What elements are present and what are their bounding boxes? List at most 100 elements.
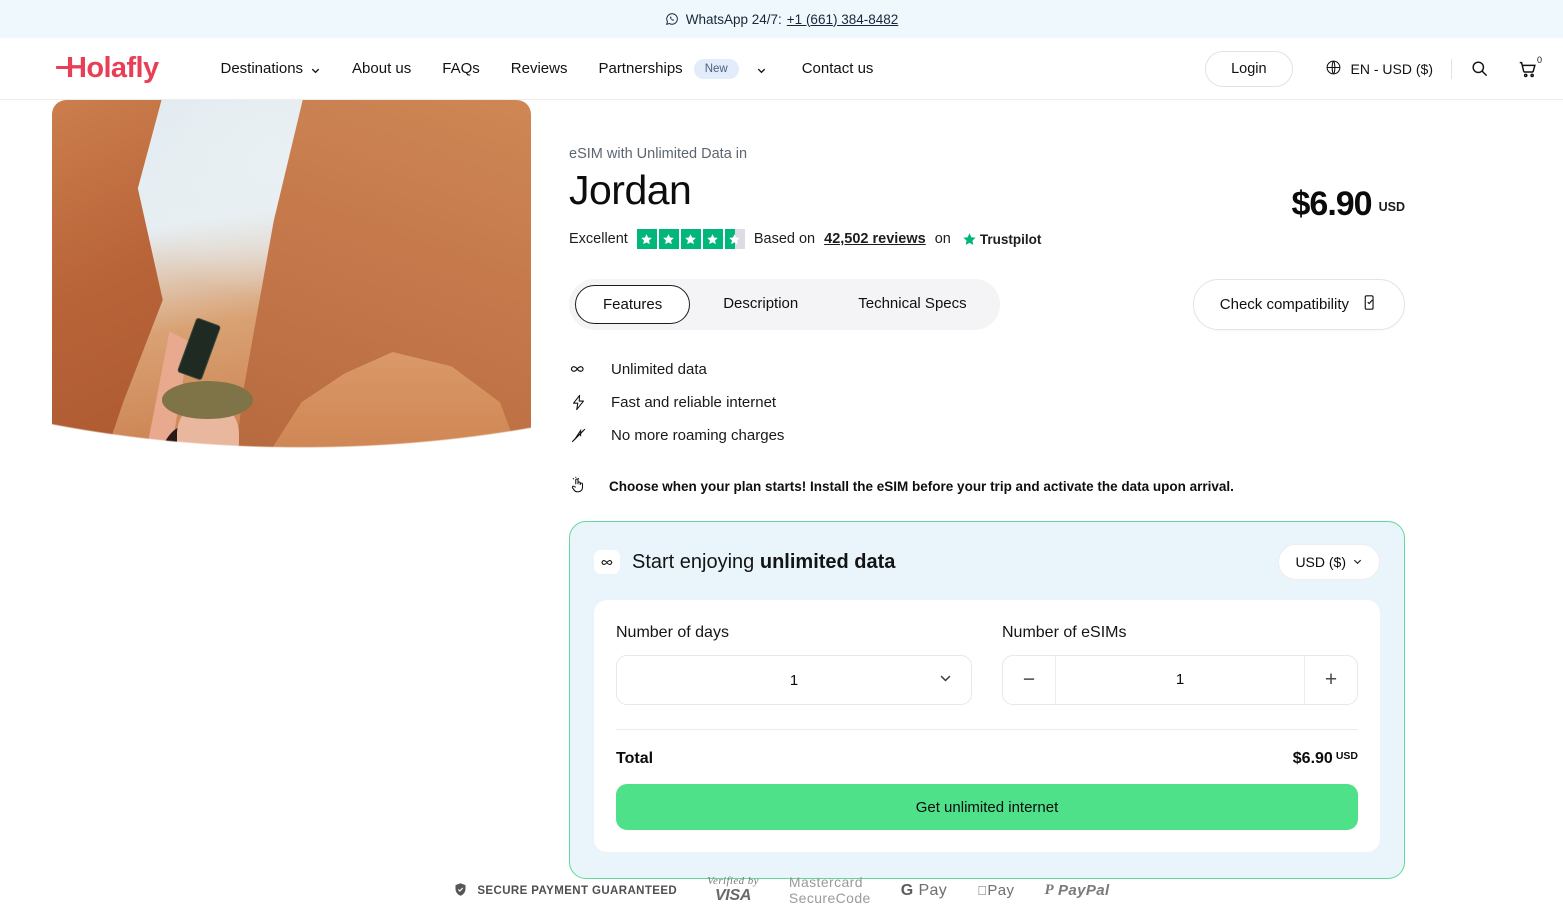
- feature-label: No more roaming charges: [611, 427, 785, 445]
- visa-line2: VISA: [714, 886, 752, 904]
- reviews-link[interactable]: 42,502 reviews: [824, 231, 926, 247]
- total-row: Total $6.90 USD: [616, 729, 1358, 768]
- whatsapp-phone-link[interactable]: +1 (661) 384-8482: [787, 12, 898, 27]
- trustpilot-logo: Trustpilot: [962, 231, 1042, 247]
- search-icon[interactable]: [1470, 59, 1489, 78]
- nav-item-contact-us[interactable]: Contact us: [802, 60, 874, 77]
- esims-field: Number of eSIMs − 1 +: [1002, 624, 1358, 706]
- get-unlimited-internet-button[interactable]: Get unlimited internet: [616, 784, 1358, 831]
- panel-title-bold: unlimited data: [759, 550, 896, 573]
- star-icon: [636, 229, 657, 250]
- secure-payment-badge: SECURE PAYMENT GUARANTEED: [453, 882, 677, 900]
- trustpilot-label: Trustpilot: [979, 231, 1042, 247]
- rating-word: Excellent: [569, 231, 628, 248]
- esims-label: Number of eSIMs: [1002, 624, 1127, 642]
- star-icon: [680, 229, 701, 250]
- nav-item-destinations[interactable]: Destinations: [221, 60, 322, 77]
- language-currency-selector[interactable]: EN - USD ($): [1325, 59, 1433, 79]
- decrement-button[interactable]: −: [1003, 656, 1055, 704]
- hero-image-petra: [52, 100, 531, 680]
- tab-description[interactable]: Description: [696, 285, 825, 324]
- language-label: EN - USD ($): [1350, 60, 1433, 77]
- check-compatibility-button[interactable]: Check compatibility: [1192, 279, 1405, 331]
- plan-start-note: Choose when your plan starts! Install th…: [569, 476, 1405, 497]
- features-list: Unlimited data Fast and reliable interne…: [569, 360, 1405, 444]
- esims-value: 1: [1055, 656, 1305, 705]
- nav-label: Destinations: [220, 60, 304, 77]
- feature-label: Unlimited data: [611, 360, 707, 378]
- chevron-down-icon: [1352, 554, 1363, 570]
- page-title: Jordan: [569, 167, 692, 213]
- cart-count: 0: [1536, 54, 1542, 65]
- nav-label: Contact us: [801, 60, 874, 77]
- nav-item-reviews[interactable]: Reviews: [511, 60, 568, 77]
- nav-item-partnerships[interactable]: Partnerships New: [598, 58, 766, 79]
- trustpilot-stars: [636, 229, 745, 250]
- number-of-esims-stepper: − 1 +: [1002, 655, 1358, 706]
- whatsapp-topbar: WhatsApp 24/7: +1 (661) 384-8482: [0, 0, 1563, 38]
- product-eyebrow: eSIM with Unlimited Data in: [569, 146, 748, 162]
- gpay-g: G: [900, 881, 914, 899]
- product-tabs: Features Description Technical Specs: [569, 279, 1000, 331]
- days-label: Number of days: [616, 624, 729, 642]
- site-header: Holafly Destinations About us FAQs Revie…: [0, 38, 1563, 100]
- cart-icon[interactable]: 0: [1517, 54, 1542, 80]
- shield-check-icon: [453, 882, 468, 900]
- number-of-days-select[interactable]: 1: [616, 655, 972, 706]
- login-button[interactable]: Login: [1205, 50, 1293, 87]
- days-field: Number of days 1: [616, 624, 972, 706]
- product-details: eSIM with Unlimited Data in Jordan Excel…: [531, 100, 1563, 880]
- nav-item-about-us[interactable]: About us: [352, 60, 411, 77]
- infinity-icon: [569, 360, 587, 378]
- whatsapp-label: WhatsApp 24/7:: [685, 11, 782, 27]
- chevron-down-icon: [310, 63, 321, 74]
- mastercard-securecode-logo: Mastercard SecureCode: [788, 874, 871, 906]
- star-icon: [658, 229, 679, 250]
- total-value: $6.90: [1292, 750, 1333, 768]
- secure-payment-label: SECURE PAYMENT GUARANTEED: [477, 884, 678, 897]
- google-pay-logo: G Pay: [901, 882, 948, 900]
- feature-no-roaming: No more roaming charges: [569, 427, 1405, 444]
- total-currency: USD: [1335, 750, 1358, 763]
- trustpilot-rating: Excellent Based on 42,502 reviews on Tru…: [569, 229, 1042, 250]
- globe-icon: [1325, 59, 1342, 79]
- mastercard-line2: SecureCode: [788, 889, 871, 906]
- feature-fast-internet: Fast and reliable internet: [569, 394, 1405, 411]
- phone-check-icon: [1361, 294, 1378, 315]
- chevron-down-icon: [938, 671, 953, 690]
- lightning-bolt-icon: [569, 394, 587, 411]
- product-price: $6.90 USD: [1292, 169, 1406, 224]
- header-actions: Login EN - USD ($) 0: [1205, 50, 1542, 87]
- nav-item-faqs[interactable]: FAQs: [442, 60, 480, 77]
- rating-on: on: [934, 231, 951, 248]
- purchase-card: Number of days 1 Number of eSIMs − 1 + T…: [594, 600, 1380, 853]
- currency-value: USD ($): [1295, 554, 1346, 571]
- verified-by-visa-logo: Verified by VISA: [707, 876, 759, 904]
- price-currency: USD: [1378, 200, 1405, 214]
- days-value: 1: [789, 671, 799, 689]
- apay-pay: Pay: [982, 882, 1014, 900]
- feature-unlimited-data: Unlimited data: [569, 360, 1405, 378]
- star-icon: [702, 229, 723, 250]
- feature-label: Fast and reliable internet: [611, 394, 777, 412]
- paypal-label: PayPal: [1052, 882, 1109, 900]
- purchase-panel: Start enjoying unlimited data USD ($) Nu…: [569, 521, 1405, 880]
- apple-icon: : [977, 883, 987, 898]
- panel-title-prefix: Start enjoying: [632, 550, 760, 573]
- plan-start-text: Choose when your plan starts! Install th…: [609, 479, 1234, 495]
- main-content: eSIM with Unlimited Data in Jordan Excel…: [0, 100, 1563, 880]
- holafly-logo[interactable]: Holafly: [56, 52, 159, 85]
- new-badge: New: [693, 58, 739, 79]
- mastercard-line1: Mastercard: [788, 874, 863, 891]
- increment-button[interactable]: +: [1305, 656, 1357, 704]
- tab-technical-specs[interactable]: Technical Specs: [831, 285, 993, 324]
- whatsapp-icon: [665, 12, 679, 26]
- star-half-icon: [724, 229, 745, 250]
- currency-select[interactable]: USD ($): [1278, 544, 1380, 581]
- panel-title: Start enjoying unlimited data: [594, 550, 896, 575]
- check-compatibility-label: Check compatibility: [1219, 296, 1349, 314]
- paypal-logo: P PayPal: [1044, 882, 1109, 899]
- nav-label: FAQs: [442, 60, 480, 77]
- main-navigation: Destinations About us FAQs Reviews Partn…: [221, 58, 874, 79]
- tab-features[interactable]: Features: [575, 285, 691, 325]
